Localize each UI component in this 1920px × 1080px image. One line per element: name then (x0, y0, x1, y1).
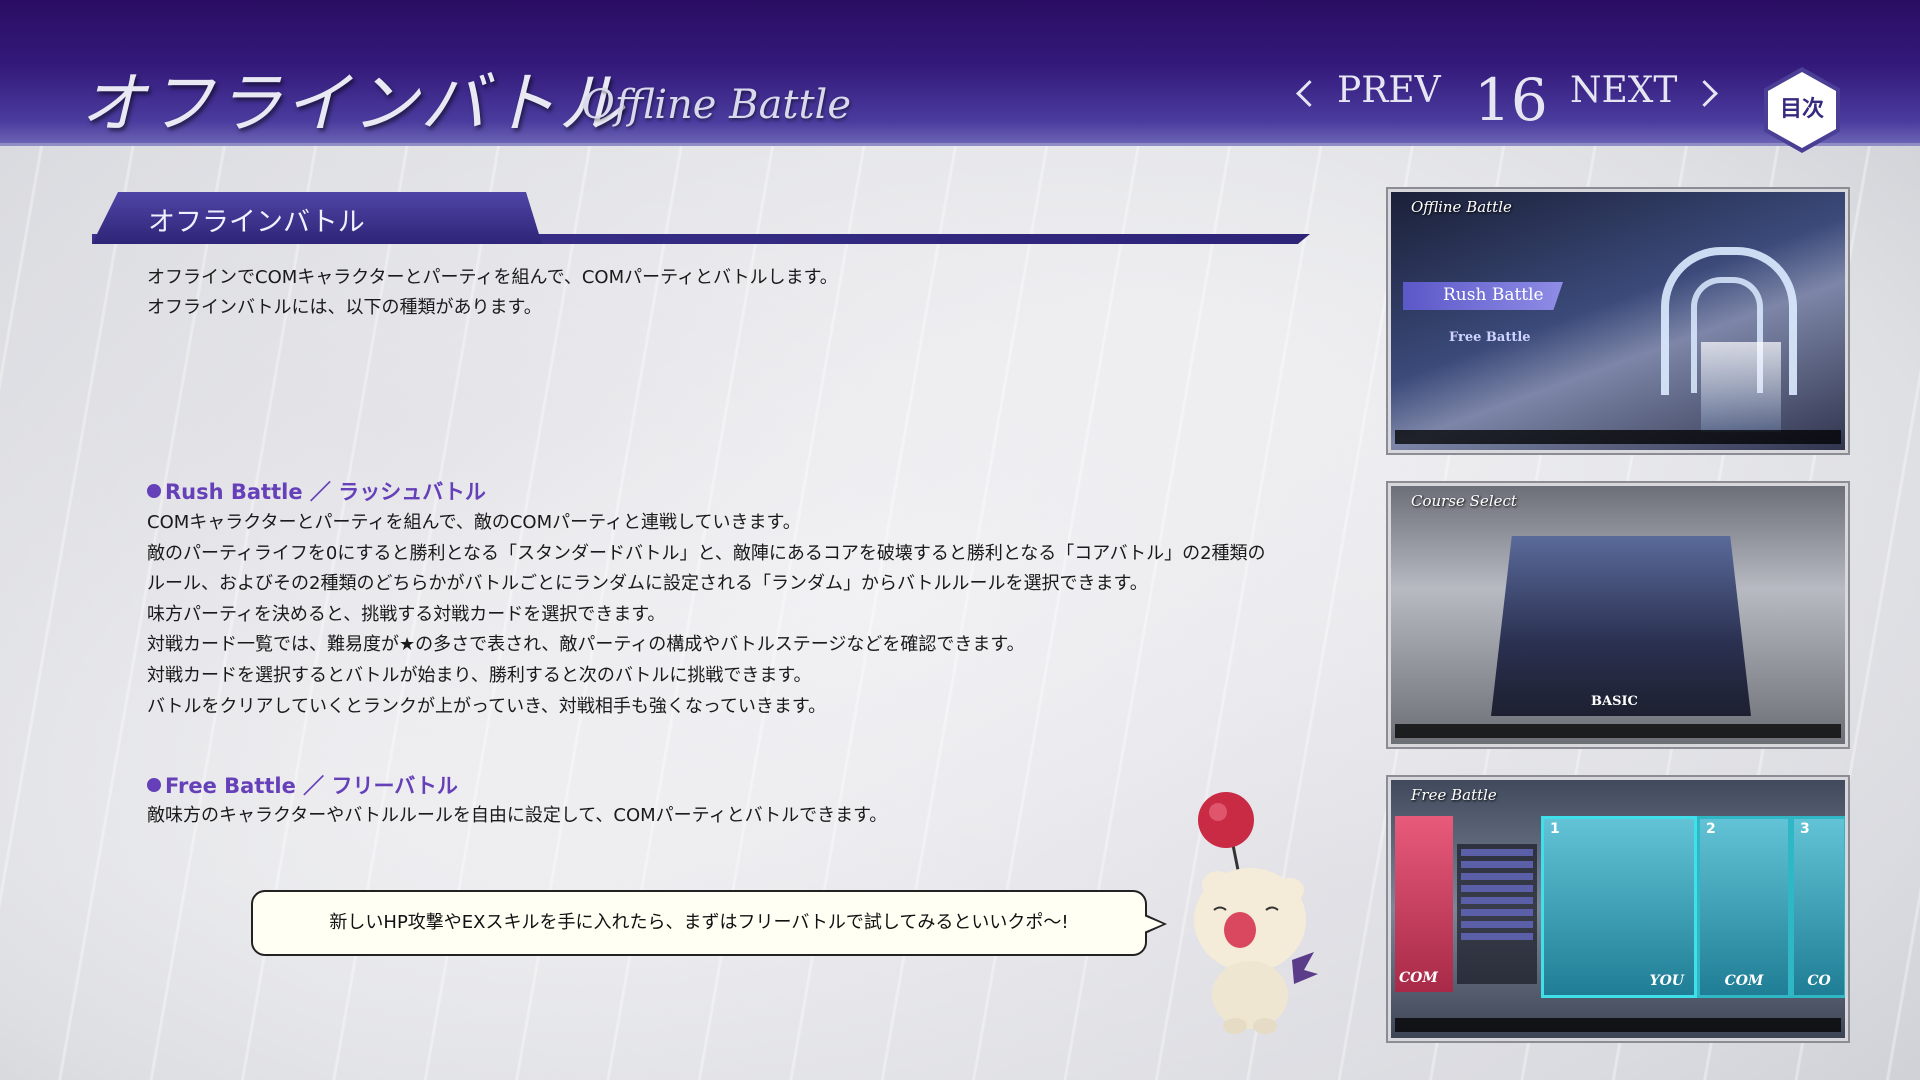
screenshot-offline-battle: Offline Battle Rush Battle Free Battle (1386, 187, 1850, 455)
character-list (1457, 844, 1537, 984)
button-guide-bar (1395, 724, 1841, 738)
ally-card: 3 CO (1791, 816, 1845, 998)
chevron-right-icon (1691, 79, 1719, 107)
menu-item-rush-battle: Rush Battle (1403, 282, 1563, 310)
card-number: 3 (1800, 821, 1810, 837)
menu-item-free-battle: Free Battle (1449, 330, 1531, 345)
toc-label: 目次 (1779, 97, 1824, 122)
free-battle-heading-text: Free Battle ／ フリーバトル (165, 774, 458, 798)
rush-battle-heading: Rush Battle ／ ラッシュバトル (147, 476, 486, 506)
course-difficulty-label: BASIC (1591, 694, 1638, 709)
intro-line: オフラインでCOMキャラクターとパーティを組んで、COMパーティとバトルします。 (147, 267, 838, 288)
intro-line: オフラインバトルには、以下の種類があります。 (147, 297, 542, 318)
free-battle-heading: Free Battle ／ フリーバトル (147, 770, 458, 800)
ally-card: 2 COM (1697, 816, 1791, 998)
body-line: 敵味方のキャラクターやバトルルールを自由に設定して、COMパーティとバトルできま… (147, 805, 888, 826)
player-card: 1 YOU (1541, 816, 1697, 998)
body-line: 敵のパーティライフを0にすると勝利となる「スタンダードバトル」と、敵陣にあるコア… (147, 542, 1266, 564)
screenshot-caption: Offline Battle (1411, 198, 1512, 216)
screenshot-free-battle: Free Battle COM 1 YOU 2 COM 3 CO (1386, 775, 1850, 1043)
screenshot-caption: Free Battle (1411, 786, 1497, 804)
chevron-left-icon (1296, 79, 1323, 107)
enemy-card: COM (1395, 816, 1453, 992)
next-button[interactable]: NEXT (1570, 70, 1719, 111)
next-label: NEXT (1570, 70, 1678, 111)
card-label: COM (1724, 973, 1764, 989)
page-number: 16 (1474, 66, 1548, 134)
button-guide-bar (1395, 430, 1841, 444)
prev-label: PREV (1337, 70, 1441, 111)
page-subtitle: Offline Battle (582, 82, 852, 128)
light-beam (1701, 342, 1781, 432)
card-number: 1 (1550, 821, 1560, 837)
body-line: バトルをクリアしていくとランクが上がっていき、対戦相手も強くなっていきます。 (147, 695, 827, 717)
section-title: オフラインバトル (148, 207, 365, 238)
card-label: CO (1807, 973, 1831, 989)
bubble-tail-fill (1144, 916, 1163, 932)
course-card (1491, 536, 1751, 716)
screenshot-course-select: Course Select BASIC (1386, 481, 1850, 749)
bullet-icon (147, 778, 161, 792)
moogle-mascot-icon (1194, 792, 1318, 1034)
card-number: 2 (1706, 821, 1716, 837)
bullet-icon (147, 484, 161, 498)
menu-label: Rush Battle (1443, 285, 1544, 305)
speech-bubble: 新しいHP攻撃やEXスキルを手に入れたら、まずはフリーバトルで試してみるといいク… (251, 890, 1167, 956)
button-guide-bar (1395, 1018, 1841, 1032)
prev-button[interactable]: PREV (1296, 70, 1441, 111)
body-line: 対戦カードを選択するとバトルが始まり、勝利すると次のバトルに挑戦できます。 (147, 664, 812, 686)
page-title: オフラインバトル (80, 65, 626, 142)
rush-battle-heading-text: Rush Battle ／ ラッシュバトル (165, 480, 486, 504)
body-line: COMキャラクターとパーティを組んで、敵のCOMパーティと連戦していきます。 (147, 512, 801, 533)
rush-battle-body: COMキャラクターとパーティを組んで、敵のCOMパーティと連戦していきます。 敵… (147, 508, 1266, 722)
intro-text: オフラインでCOMキャラクターとパーティを組んで、COMパーティとバトルします。… (147, 263, 838, 323)
header-bar: オフラインバトル Offline Battle PREV 16 NEXT 目次 (0, 0, 1920, 153)
screenshot-caption: Course Select (1411, 492, 1517, 510)
toc-button[interactable]: 目次 (1764, 67, 1840, 153)
speech-text: 新しいHP攻撃やEXスキルを手に入れたら、まずはフリーバトルで試してみるといいク… (329, 912, 1069, 933)
body-line: 味方パーティを決めると、挑戦する対戦カードを選択できます。 (147, 603, 666, 625)
card-label: COM (1399, 970, 1438, 986)
section-banner: オフラインバトル (92, 192, 1310, 246)
body-line: ルール、およびその2種類のどちらかがバトルごとにランダムに設定される「ランダム」… (147, 573, 1148, 595)
card-label: YOU (1649, 973, 1684, 989)
body-line: 対戦カード一覧では、難易度が★の多さで表され、敵パーティの構成やバトルステージな… (147, 634, 1025, 656)
free-battle-body: 敵味方のキャラクターやバトルルールを自由に設定して、COMパーティとバトルできま… (147, 801, 887, 832)
